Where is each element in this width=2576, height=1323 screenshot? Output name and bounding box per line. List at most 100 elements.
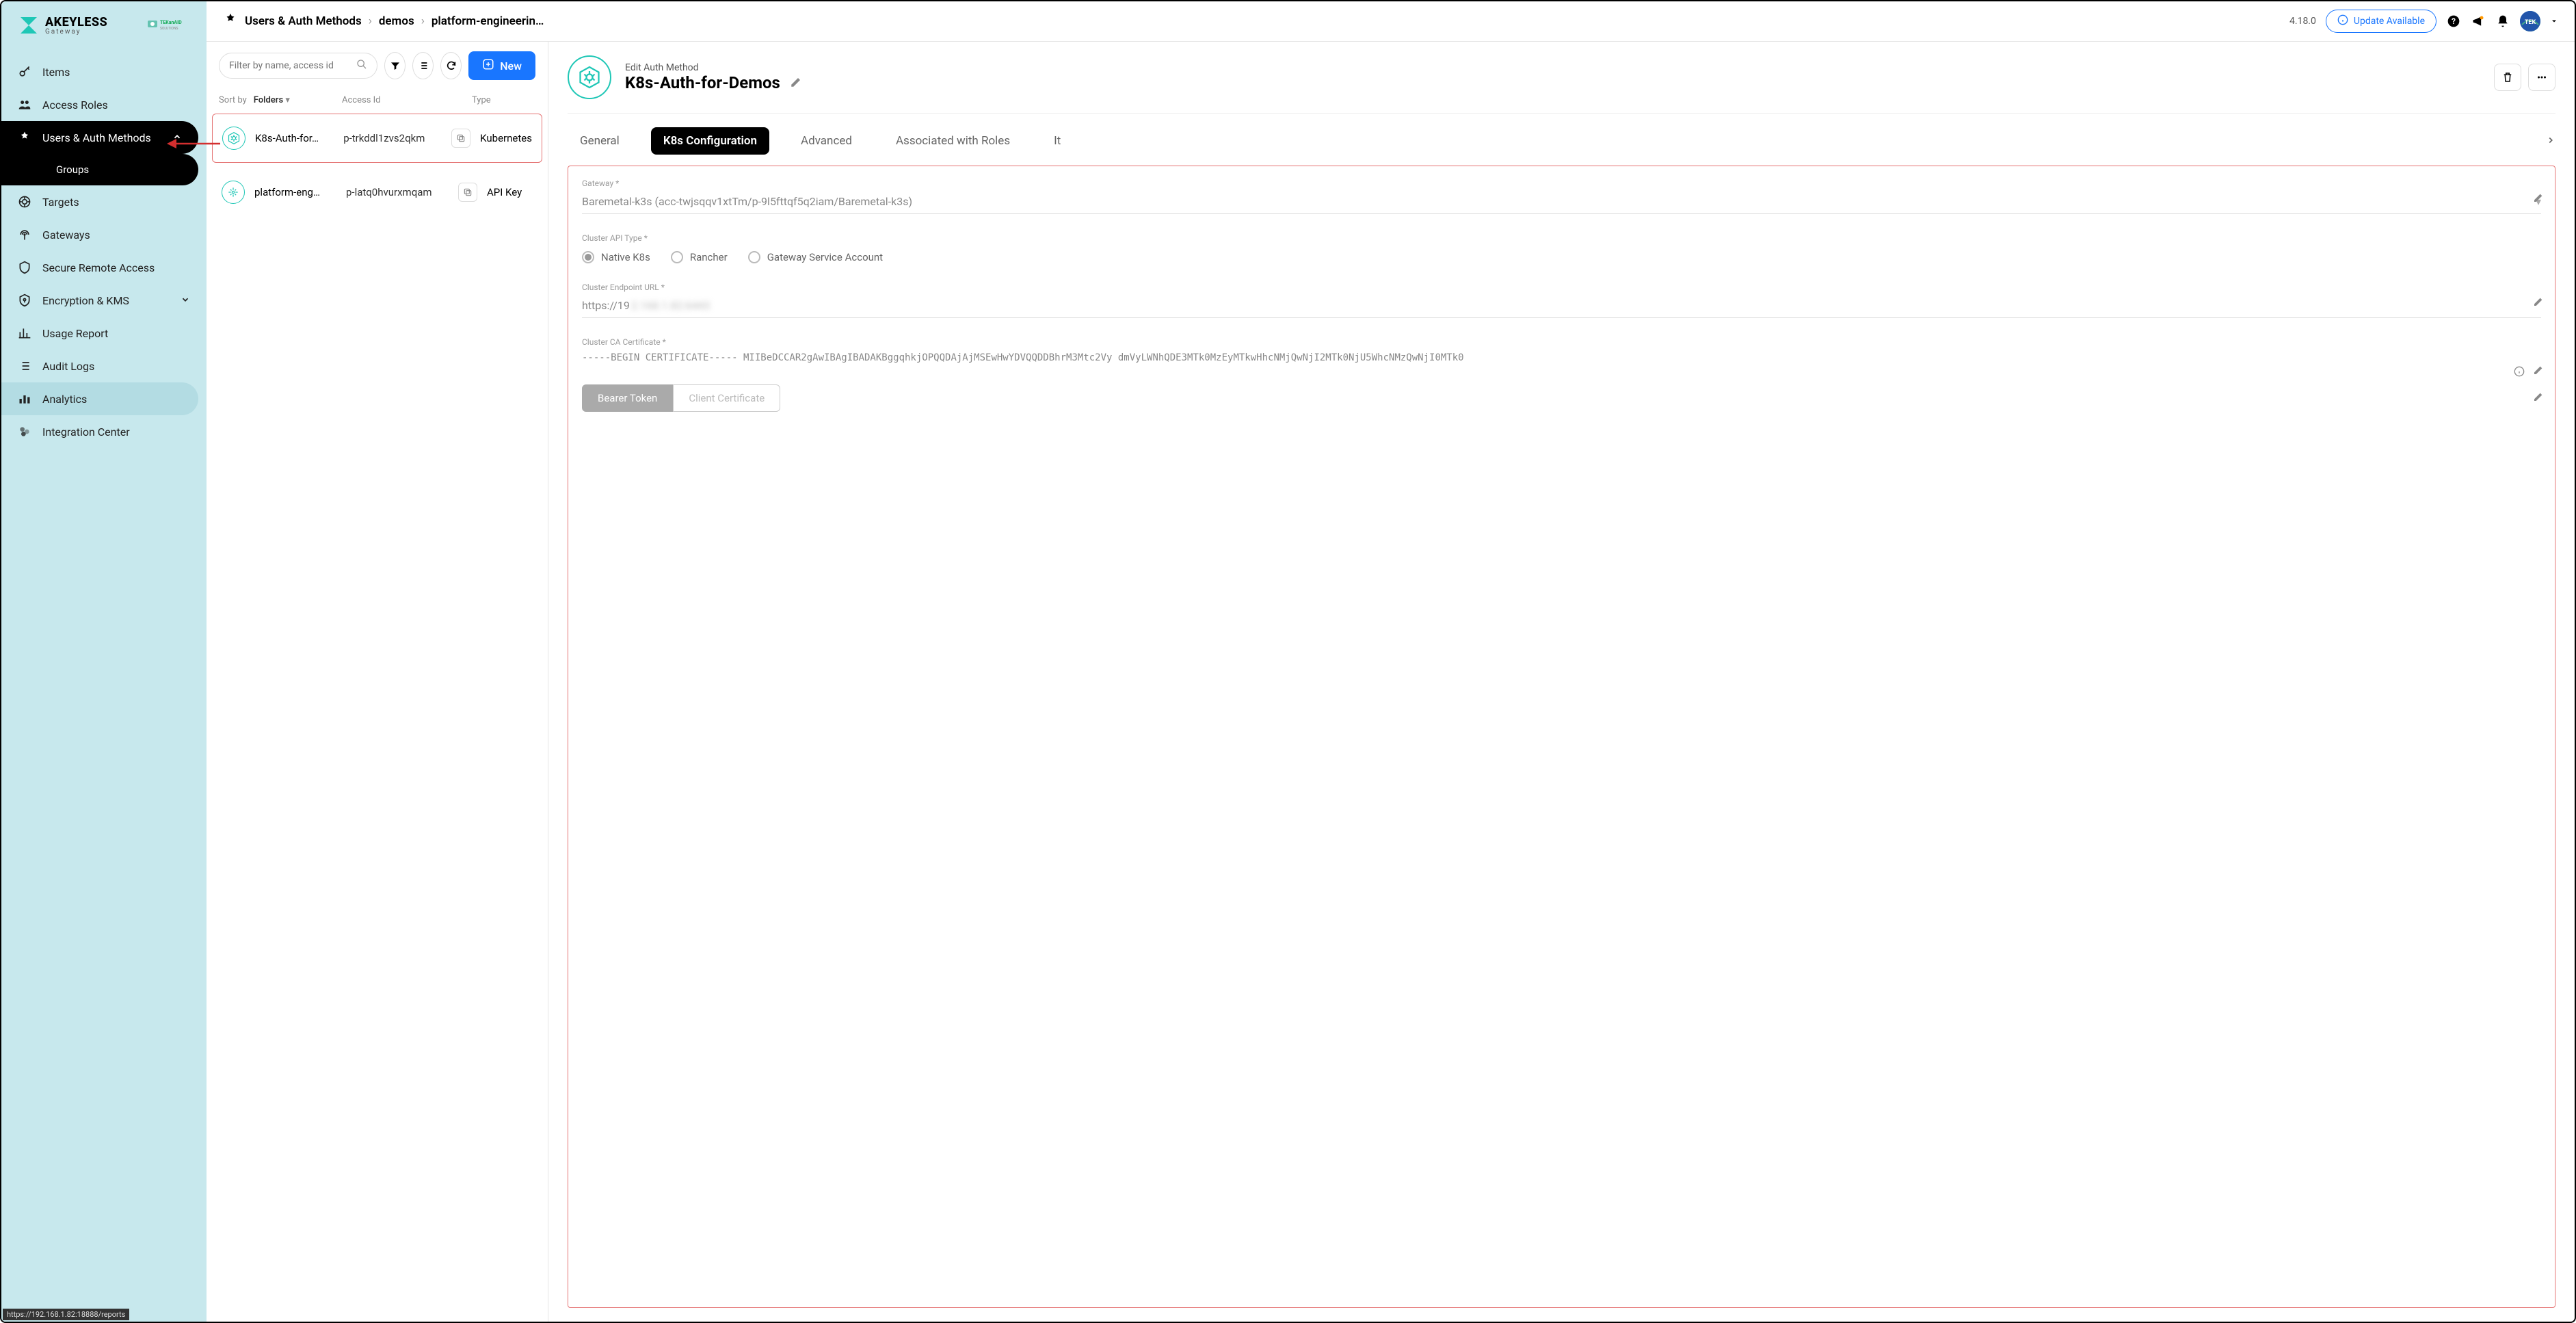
edit-icon[interactable] bbox=[2533, 391, 2544, 405]
delete-button[interactable] bbox=[2494, 64, 2521, 91]
tab-general[interactable]: General bbox=[568, 127, 632, 155]
breadcrumb-part[interactable]: platform-engineerin… bbox=[431, 14, 544, 28]
search-input[interactable] bbox=[219, 53, 377, 79]
sidebar-item-label: Encryption & KMS bbox=[42, 294, 129, 307]
sidebar-item-items[interactable]: Items bbox=[1, 55, 207, 88]
bell-icon[interactable] bbox=[2495, 14, 2510, 29]
shield-icon bbox=[18, 261, 31, 274]
field-label: Cluster CA Certificate * bbox=[582, 337, 2541, 347]
endpoint-value: https://19 bbox=[582, 299, 630, 312]
topbar: Users & Auth Methods › demos › platform-… bbox=[207, 1, 2575, 42]
gateway-field: Gateway * Baremetal-k3s (acc-twjsqqv1xtT… bbox=[582, 179, 2541, 214]
sidebar-item-users-auth[interactable]: Users & Auth Methods bbox=[1, 121, 198, 154]
sidebar-item-sra[interactable]: Secure Remote Access bbox=[1, 251, 207, 284]
sidebar: AKEYLESS Gateway TEKanAIDSOLUTIONS Items… bbox=[1, 1, 207, 1322]
sidebar-item-label: Targets bbox=[42, 196, 79, 209]
chevron-right-icon[interactable] bbox=[2546, 135, 2555, 148]
client-cert-toggle[interactable]: Client Certificate bbox=[673, 384, 780, 412]
sidebar-item-groups[interactable]: Groups bbox=[1, 154, 198, 185]
sidebar-item-access-roles[interactable]: Access Roles bbox=[1, 88, 207, 121]
edit-icon[interactable] bbox=[2533, 192, 2544, 206]
radio-native-k8s[interactable]: Native K8s bbox=[582, 251, 650, 263]
badge-icon bbox=[18, 131, 31, 144]
bearer-token-toggle[interactable]: Bearer Token bbox=[582, 384, 673, 412]
detail-header: Edit Auth Method K8s-Auth-for-Demos bbox=[568, 55, 2555, 114]
sidebar-item-label: Items bbox=[42, 66, 70, 79]
chevron-down-icon[interactable] bbox=[2550, 15, 2558, 28]
version-label: 4.18.0 bbox=[2289, 16, 2316, 27]
list-row[interactable]: platform-eng… p-latq0hvurxmqam API Key bbox=[212, 168, 542, 216]
field-label: Gateway * bbox=[582, 179, 2541, 188]
tab-roles[interactable]: Associated with Roles bbox=[884, 127, 1022, 155]
svg-text:TEKanAID: TEKanAID bbox=[160, 20, 182, 25]
radio-icon bbox=[582, 251, 594, 263]
refresh-button[interactable] bbox=[440, 52, 462, 79]
sidebar-item-analytics[interactable]: Analytics bbox=[1, 382, 198, 415]
partner-logo: TEKanAIDSOLUTIONS bbox=[144, 14, 190, 36]
redacted-text: 2.168.1.82:6443 bbox=[631, 299, 710, 312]
sidebar-item-gateways[interactable]: Gateways bbox=[1, 218, 207, 251]
tab-advanced[interactable]: Advanced bbox=[788, 127, 864, 155]
search-field[interactable] bbox=[229, 60, 351, 71]
gateway-value: Baremetal-k3s (acc-twjsqqv1xtTm/p-9l5ftt… bbox=[582, 195, 912, 208]
tab-k8s-config[interactable]: K8s Configuration bbox=[651, 127, 769, 155]
sidebar-item-label: Integration Center bbox=[42, 425, 130, 438]
avatar[interactable]: TEK bbox=[2520, 11, 2540, 31]
svg-text:?: ? bbox=[2452, 16, 2456, 26]
edit-title-icon[interactable] bbox=[790, 73, 802, 92]
more-button[interactable] bbox=[2528, 64, 2555, 91]
breadcrumb-part[interactable]: demos bbox=[379, 14, 414, 28]
plus-icon bbox=[482, 58, 494, 73]
copy-button[interactable] bbox=[451, 129, 470, 148]
sidebar-item-encryption[interactable]: Encryption & KMS bbox=[1, 284, 207, 317]
key-icon bbox=[18, 65, 31, 79]
chevron-up-icon bbox=[172, 131, 182, 144]
list-toolbar: New bbox=[207, 42, 548, 90]
bars-icon bbox=[18, 392, 31, 406]
endpoint-input[interactable]: https://19 2.168.1.82:6443 bbox=[582, 296, 2541, 318]
chevron-down-icon bbox=[181, 294, 190, 307]
lock-shield-icon bbox=[18, 293, 31, 307]
row-type: Kubernetes bbox=[480, 132, 532, 144]
breadcrumb-icon bbox=[223, 12, 238, 30]
filter-button[interactable] bbox=[384, 52, 406, 79]
sidebar-item-usage[interactable]: Usage Report bbox=[1, 317, 207, 350]
svg-text:TEK: TEK bbox=[2525, 19, 2536, 26]
sort-label: Sort by bbox=[219, 95, 247, 105]
sidebar-item-integration[interactable]: Integration Center bbox=[1, 415, 207, 448]
gateway-select[interactable]: Baremetal-k3s (acc-twjsqqv1xtTm/p-9l5ftt… bbox=[582, 192, 2541, 214]
sidebar-item-audit[interactable]: Audit Logs bbox=[1, 350, 207, 382]
info-icon bbox=[2337, 14, 2348, 28]
col-type: Type bbox=[472, 95, 535, 105]
sidebar-item-label: Users & Auth Methods bbox=[42, 131, 151, 144]
breadcrumb-sep: › bbox=[421, 14, 425, 28]
status-bar-url: https://192.168.1.82:18888/reports bbox=[3, 1309, 129, 1320]
detail-subtitle: Edit Auth Method bbox=[625, 62, 2480, 73]
sort-value[interactable]: Folders bbox=[254, 95, 283, 105]
view-list-button[interactable] bbox=[412, 52, 434, 79]
radio-rancher[interactable]: Rancher bbox=[671, 251, 728, 263]
radio-gsa[interactable]: Gateway Service Account bbox=[748, 251, 883, 263]
col-access: Access Id bbox=[342, 95, 458, 105]
sidebar-item-targets[interactable]: Targets bbox=[1, 185, 207, 218]
megaphone-icon[interactable] bbox=[2471, 14, 2486, 29]
sidebar-item-label: Analytics bbox=[42, 393, 87, 406]
sidebar-item-label: Secure Remote Access bbox=[42, 261, 155, 274]
auth-toggle-field: Bearer Token Client Certificate bbox=[582, 384, 2541, 412]
sidebar-item-label: Usage Report bbox=[42, 327, 108, 340]
info-icon[interactable] bbox=[2514, 366, 2525, 380]
copy-button[interactable] bbox=[458, 183, 477, 202]
breadcrumb-root[interactable]: Users & Auth Methods bbox=[245, 14, 362, 28]
help-icon[interactable]: ? bbox=[2446, 14, 2461, 29]
form-area: Gateway * Baremetal-k3s (acc-twjsqqv1xtT… bbox=[568, 166, 2555, 1308]
tab-more[interactable]: It bbox=[1041, 127, 1061, 155]
logo-area: AKEYLESS Gateway TEKanAIDSOLUTIONS bbox=[1, 1, 207, 49]
edit-icon[interactable] bbox=[2533, 296, 2544, 310]
tabs: General K8s Configuration Advanced Assoc… bbox=[568, 114, 2555, 155]
list-header: Sort byFolders ▾ Access Id Type bbox=[207, 90, 548, 111]
update-available-button[interactable]: Update Available bbox=[2326, 10, 2436, 33]
edit-icon[interactable] bbox=[2533, 365, 2544, 378]
new-button[interactable]: New bbox=[468, 51, 535, 80]
antenna-icon bbox=[18, 228, 31, 241]
list-row[interactable]: K8s-Auth-for… p-trkddl1zvs2qkm Kubernete… bbox=[212, 114, 542, 163]
